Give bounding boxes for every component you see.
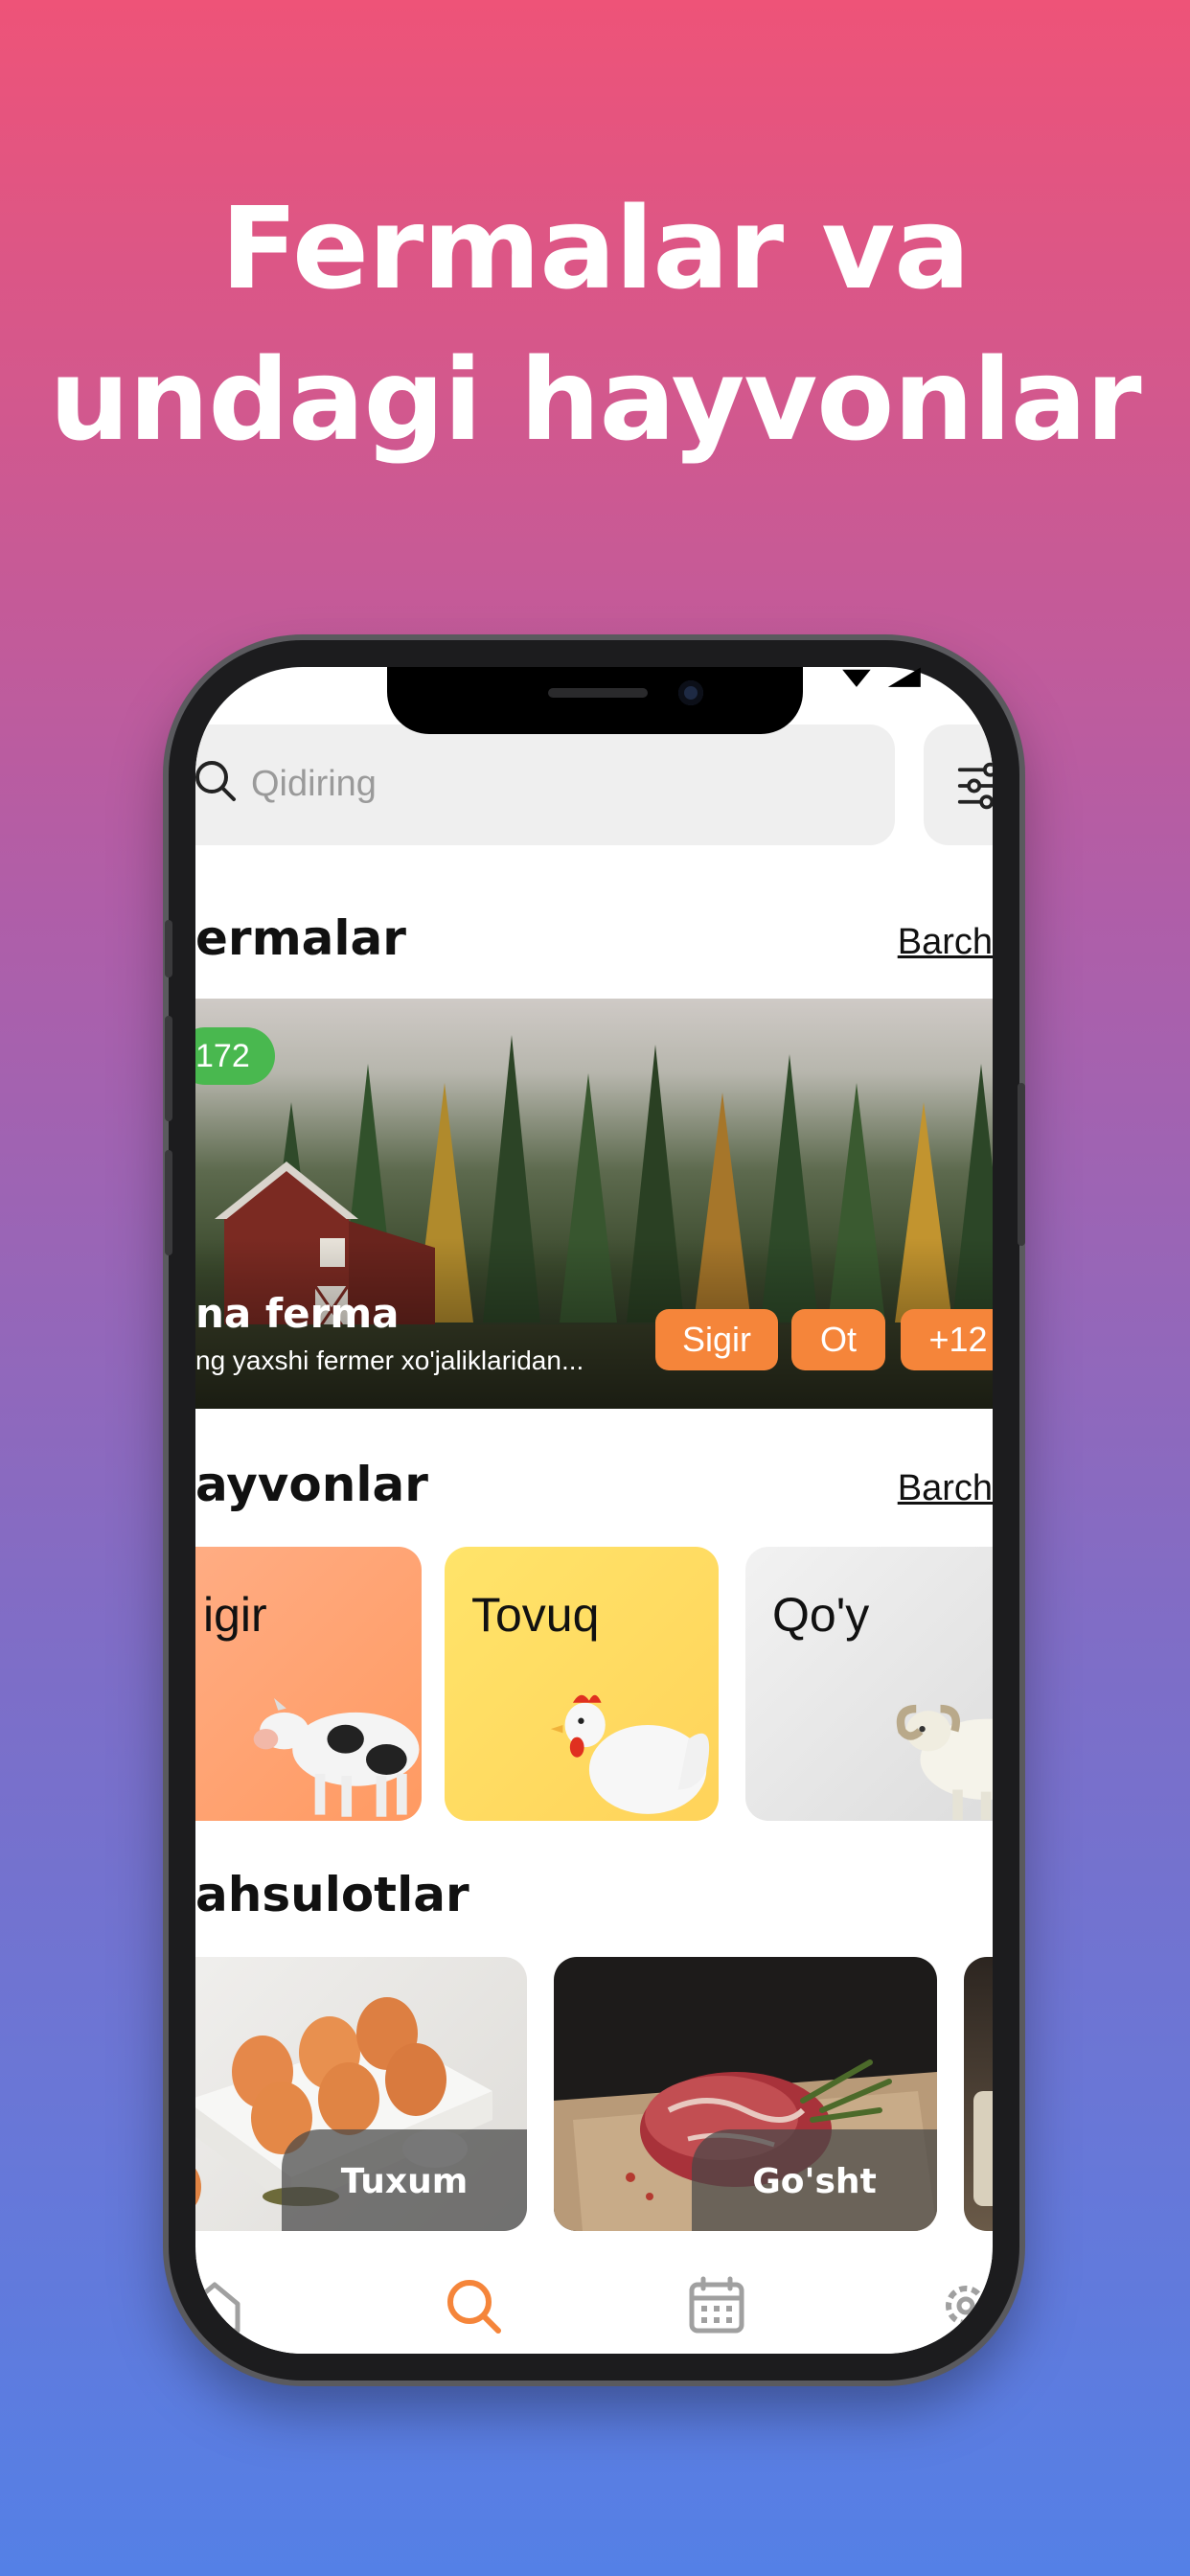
phone-volume-up [165, 1016, 172, 1121]
headline-line-2: undagi hayvonlar [49, 334, 1141, 466]
product-label: Go'sht [692, 2129, 937, 2231]
product-label: Tuxum [282, 2129, 527, 2231]
home-icon[interactable] [195, 2275, 245, 2336]
animals-section-title: ayvonlar [195, 1457, 428, 1512]
phone-power-button [1018, 1083, 1025, 1246]
farm-count-badge: 172 [195, 1027, 275, 1085]
animal-label: Qo'y [772, 1588, 870, 1642]
cow-icon [253, 1698, 420, 1817]
farm-description: ng yaxshi fermer xo'jaliklaridan... [195, 1346, 584, 1375]
product-card-meat[interactable]: Go'sht [554, 1957, 937, 2231]
products-section-title: ahsulotlar [195, 1867, 469, 1922]
calendar-icon[interactable] [686, 2275, 747, 2336]
animal-label: Tovuq [471, 1588, 600, 1642]
filter-button[interactable] [924, 724, 993, 845]
phone-notch [387, 667, 803, 734]
animal-card-sheep[interactable]: Qo'y [745, 1547, 993, 1821]
search-icon[interactable] [443, 2275, 504, 2336]
signal-status-icon [842, 667, 921, 687]
sheep-icon [896, 1704, 993, 1821]
promo-headline: Fermalar va undagi hayvonlar [0, 172, 1190, 475]
phone-side-button [165, 920, 172, 978]
animal-card-cow[interactable]: igir [195, 1547, 422, 1821]
rooster-icon [550, 1694, 710, 1814]
gear-icon[interactable] [935, 2275, 993, 2336]
animals-see-all-link[interactable]: Barch [898, 1468, 993, 1509]
search-icon [195, 761, 236, 801]
farm-tag-more[interactable]: +12 [901, 1309, 993, 1370]
phone-speaker [548, 688, 648, 698]
phone-volume-down [165, 1150, 172, 1255]
phone-screen: ermalar Barch [195, 667, 993, 2354]
search-input[interactable] [251, 748, 788, 820]
phone-camera [678, 680, 703, 705]
farm-tag-sigir[interactable]: Sigir [655, 1309, 778, 1370]
farms-see-all-link[interactable]: Barch [898, 922, 993, 963]
farm-name: na ferma [195, 1290, 400, 1337]
animal-label: igir [203, 1588, 267, 1642]
product-card-eggs[interactable]: Tuxum [195, 1957, 527, 2231]
bottle-shape [973, 2091, 993, 2206]
farm-tag-ot[interactable]: Ot [791, 1309, 885, 1370]
bottom-tab-bar [195, 2258, 993, 2354]
sliders-icon [957, 762, 993, 810]
headline-line-1: Fermalar va [220, 182, 971, 314]
product-card-next[interactable] [964, 1957, 993, 2231]
farms-section-title: ermalar [195, 910, 406, 966]
animal-card-chicken[interactable]: Tovuq [445, 1547, 719, 1821]
app-content: ermalar Barch [195, 667, 993, 2354]
